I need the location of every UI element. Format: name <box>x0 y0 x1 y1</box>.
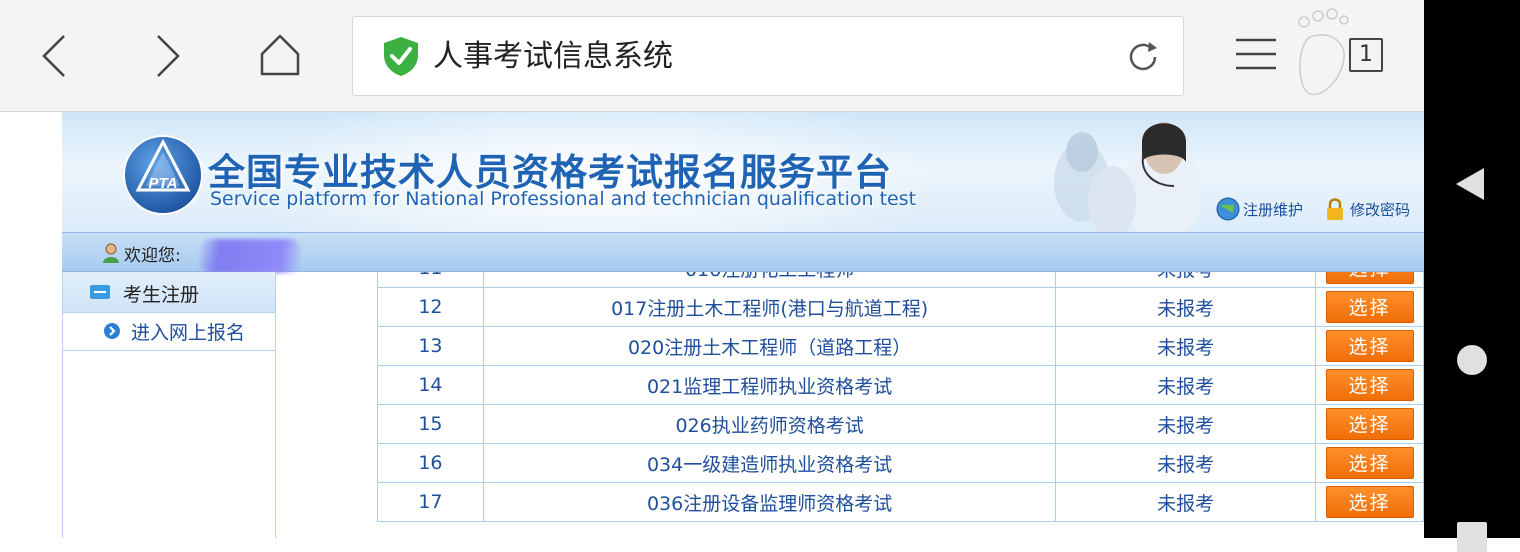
site-subtitle: Service platform for National Profession… <box>210 188 917 210</box>
action-cell: 选择 <box>1315 287 1424 327</box>
android-back-icon[interactable] <box>1454 166 1486 202</box>
exam-name: 021监理工程师执业资格考试 <box>482 365 1057 405</box>
site-banner: PTA 全国专业技术人员资格考试报名服务平台 Service platform … <box>62 112 1424 232</box>
row-number: 16 <box>377 443 484 483</box>
tabs-button[interactable]: 1 <box>1349 38 1383 72</box>
exam-table-container: 11016注册化工工程师未报考选择12017注册土木工程师(港口与航道工程)未报… <box>377 272 1424 538</box>
home-icon <box>260 34 300 76</box>
row-number: 11 <box>377 272 484 288</box>
globe-icon <box>1216 197 1240 221</box>
table-row: 11016注册化工工程师未报考选择 <box>377 272 1424 288</box>
web-page: PTA 全国专业技术人员资格考试报名服务平台 Service platform … <box>0 112 1424 538</box>
select-button[interactable]: 选择 <box>1325 369 1414 401</box>
svg-text:PTA: PTA <box>149 175 178 192</box>
row-number: 14 <box>377 365 484 405</box>
lock-icon <box>1327 198 1343 220</box>
welcome-bar: 欢迎您: <box>62 232 1424 273</box>
status-text: 未报考 <box>1055 443 1316 483</box>
page-title: 人事考试信息系统 <box>433 39 673 74</box>
exam-name: 020注册土木工程师（道路工程） <box>482 326 1057 366</box>
exam-name: 017注册土木工程师(港口与航道工程) <box>482 287 1057 327</box>
menu-icon[interactable] <box>1234 34 1278 74</box>
row-number: 12 <box>377 287 484 327</box>
table-row: 13 020注册土木工程师（道路工程） 未报考 选择 <box>377 326 1424 366</box>
select-button[interactable]: 选择 <box>1325 486 1414 518</box>
username-redaction <box>200 239 300 273</box>
change-password-label: 修改密码 <box>1350 200 1411 219</box>
action-cell: 选择 <box>1315 443 1424 483</box>
arrow-circle-icon <box>104 323 120 339</box>
exam-table: 11016注册化工工程师未报考选择12017注册土木工程师(港口与航道工程)未报… <box>377 272 1424 522</box>
android-recent-icon[interactable] <box>1457 522 1487 552</box>
table-row: 15 026执业药师资格考试 未报考 选择 <box>377 404 1424 444</box>
change-password-link[interactable]: 修改密码 <box>1322 196 1410 222</box>
select-button[interactable]: 选择 <box>1325 447 1414 479</box>
sidebar-item-online-registration[interactable]: 进入网上报名 <box>63 312 275 351</box>
table-row: 14 021监理工程师执业资格考试 未报考 选择 <box>377 365 1424 405</box>
reload-icon[interactable] <box>1123 37 1163 77</box>
status-text: 未报考 <box>1055 482 1316 522</box>
android-home-icon[interactable] <box>1457 345 1487 375</box>
exam-name: 034一级建造师执业资格考试 <box>482 443 1057 483</box>
sidebar: 考生注册 进入网上报名 <box>62 272 276 538</box>
pta-logo: PTA <box>123 135 203 215</box>
action-cell: 选择 <box>1315 482 1424 522</box>
action-cell: 选择 <box>1315 326 1424 366</box>
address-bar[interactable]: 人事考试信息系统 <box>352 16 1184 96</box>
row-number: 15 <box>377 404 484 444</box>
select-button[interactable]: 选择 <box>1325 272 1414 284</box>
table-row: 17 036注册设备监理师资格考试 未报考 选择 <box>377 482 1424 522</box>
card-icon <box>90 285 110 299</box>
welcome-text: 欢迎您: <box>124 246 181 266</box>
exam-name: 026执业药师资格考试 <box>482 404 1057 444</box>
sidebar-header[interactable]: 考生注册 <box>63 272 275 313</box>
status-text: 未报考 <box>1055 326 1316 366</box>
forward-button[interactable] <box>140 28 196 84</box>
table-row: 16 034一级建造师执业资格考试 未报考 选择 <box>377 443 1424 483</box>
row-number: 13 <box>377 326 484 366</box>
exam-name: 036注册设备监理师资格考试 <box>482 482 1057 522</box>
table-row: 12 017注册土木工程师(港口与航道工程) 未报考 选择 <box>377 287 1424 327</box>
back-button[interactable] <box>26 28 82 84</box>
status-text: 未报考 <box>1055 404 1316 444</box>
android-navigation-bar <box>1424 0 1520 552</box>
sidebar-header-label: 考生注册 <box>123 284 200 306</box>
forward-icon <box>157 35 180 77</box>
exam-name: 016注册化工工程师 <box>482 272 1057 288</box>
back-icon <box>42 35 65 77</box>
select-button[interactable]: 选择 <box>1325 291 1414 323</box>
row-number: 17 <box>377 482 484 522</box>
select-button[interactable]: 选择 <box>1325 330 1414 362</box>
user-icon <box>103 243 119 263</box>
browser-toolbar: 人事考试信息系统 1 <box>0 0 1424 112</box>
sidebar-item-label: 进入网上报名 <box>131 322 246 344</box>
select-button[interactable]: 选择 <box>1325 408 1414 440</box>
action-cell: 选择 <box>1315 404 1424 444</box>
status-text: 未报考 <box>1055 272 1316 288</box>
action-cell: 选择 <box>1315 272 1424 288</box>
home-button[interactable] <box>252 28 308 84</box>
status-text: 未报考 <box>1055 287 1316 327</box>
status-text: 未报考 <box>1055 365 1316 405</box>
register-maintain-label: 注册维护 <box>1243 200 1304 219</box>
register-maintain-link[interactable]: 注册维护 <box>1215 196 1303 222</box>
action-cell: 选择 <box>1315 365 1424 405</box>
secure-shield-icon <box>384 37 418 76</box>
